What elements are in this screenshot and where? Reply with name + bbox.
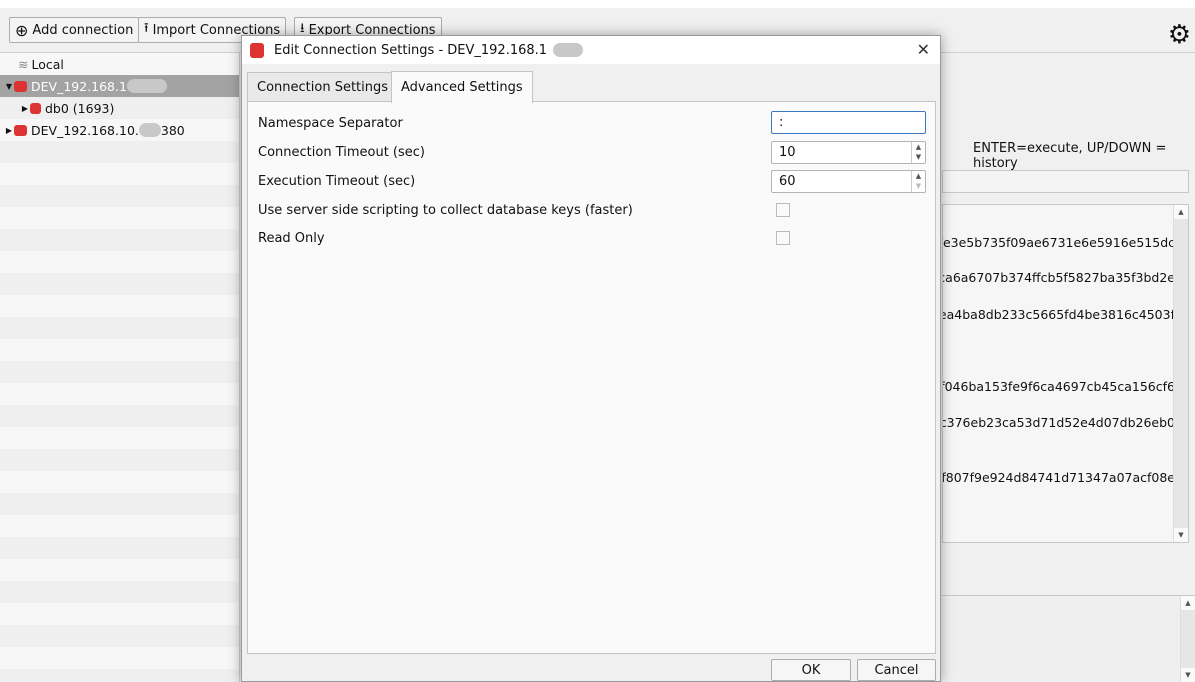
scroll-up-icon[interactable]: ▲: [1174, 205, 1188, 219]
tree-item-connection[interactable]: ▼ DEV_192.168.1: [0, 75, 239, 97]
output-scrollbar[interactable]: ▲ ▼: [1173, 205, 1188, 542]
redis-icon: [14, 80, 27, 92]
bottom-scrollbar[interactable]: ▲ ▼: [1180, 596, 1195, 682]
command-input[interactable]: [942, 170, 1189, 193]
connection-tree: ≋ Local ▼ DEV_192.168.1 ▶ db0 (1693) ▶ DEV_1…: [0, 53, 240, 682]
connection-timeout-label: Connection Timeout (sec): [258, 145, 425, 160]
console-output: f3bffe3e5b735f09ae6731e6e5916e515dc 2aca…: [942, 204, 1189, 543]
tree-item-connection[interactable]: ▶ DEV_192.168.10. 380: [0, 119, 239, 141]
dialog-title: Edit Connection Settings - DEV_192.168.1: [274, 42, 548, 58]
dialog-title-bar: Edit Connection Settings - DEV_192.168.1: [242, 36, 940, 64]
output-line: 723ea4ba8db233c5665fd4be3816c4503f: [943, 307, 1175, 322]
database-icon: [30, 102, 41, 114]
tab-connection-settings[interactable]: Connection Settings: [247, 72, 399, 102]
add-connection-button[interactable]: ⊕ Add connection: [9, 17, 140, 43]
read-only-label: Read Only: [258, 231, 325, 246]
plus-circle-icon: ⊕: [15, 20, 29, 40]
cancel-button[interactable]: Cancel: [857, 659, 936, 681]
bottom-panel: ▲ ▼: [942, 595, 1195, 682]
tree-item-local[interactable]: ≋ Local: [0, 53, 239, 75]
namespace-separator-input[interactable]: :: [771, 111, 926, 134]
tree-item-db[interactable]: ▶ db0 (1693): [0, 97, 239, 119]
expanded-arrow-icon: ▼: [5, 81, 13, 91]
collapsed-arrow-icon: ▶: [21, 103, 29, 113]
connection-timeout-spinbox[interactable]: 10 ▲ ▼: [771, 141, 926, 164]
scroll-up-icon[interactable]: ▲: [1181, 596, 1195, 610]
scroll-down-icon[interactable]: ▼: [1174, 528, 1188, 542]
server-stack-icon: ≋: [18, 56, 29, 72]
collapsed-arrow-icon: ▶: [5, 125, 13, 135]
namespace-separator-label: Namespace Separator: [258, 116, 403, 131]
server-scripting-label: Use server side scripting to collect dat…: [258, 203, 633, 218]
server-scripting-checkbox[interactable]: [776, 203, 790, 217]
advanced-settings-panel: Namespace Separator : Connection Timeout…: [247, 101, 936, 654]
upload-icon: ⭱: [144, 21, 149, 36]
redis-icon: [250, 42, 264, 58]
spin-arrows-icon[interactable]: ▲ ▼: [911, 142, 925, 163]
ok-button[interactable]: OK: [771, 659, 851, 681]
redacted: [553, 43, 584, 57]
console-hint: ENTER=execute, UP/DOWN = history: [973, 141, 1167, 171]
output-line: 2f7c376eb23ca53d71d52e4d07db26eb0: [942, 415, 1175, 430]
scroll-down-icon[interactable]: ▼: [1181, 668, 1195, 682]
tab-advanced-settings[interactable]: Advanced Settings: [391, 71, 533, 103]
redacted: [126, 79, 167, 93]
execution-timeout-label: Execution Timeout (sec): [258, 174, 416, 189]
spin-arrows-icon[interactable]: ▲ ▼: [911, 171, 925, 192]
read-only-checkbox[interactable]: [776, 231, 790, 245]
window-top: [0, 0, 1195, 8]
output-line: f3bffe3e5b735f09ae6731e6e5916e515dc: [942, 235, 1175, 250]
redis-icon: [14, 124, 27, 136]
redacted: [138, 123, 161, 137]
gear-icon[interactable]: ⚙: [1168, 22, 1191, 48]
output-line: 8815f046ba153fe9f6ca4697cb45ca156cf6: [942, 379, 1175, 394]
output-line: 649f807f9e924d84741d71347a07acf08e: [942, 470, 1175, 485]
edit-connection-dialog: Edit Connection Settings - DEV_192.168.1…: [241, 35, 941, 682]
output-line: 2aca6a6707b374ffcb5f5827ba35f3bd2e: [942, 270, 1175, 285]
close-icon[interactable]: ✕: [917, 40, 930, 59]
execution-timeout-spinbox[interactable]: 60 ▲ ▼: [771, 170, 926, 193]
